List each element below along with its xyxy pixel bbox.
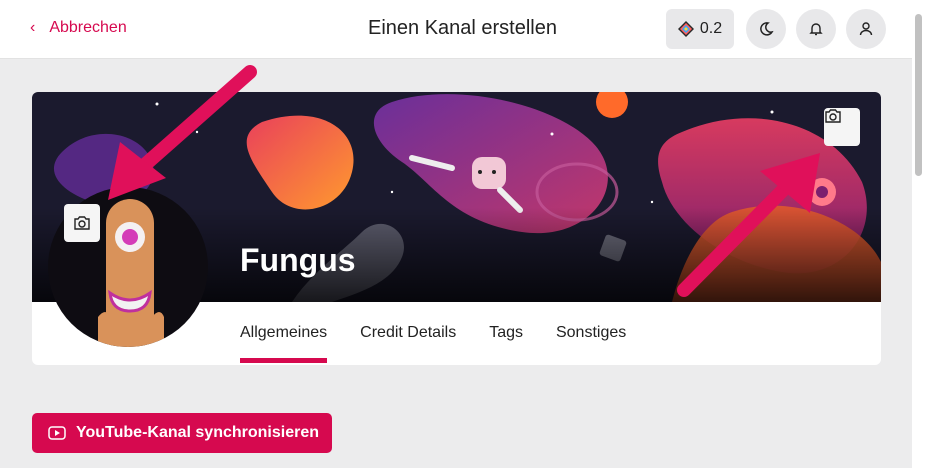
annotation-arrow-banner: [677, 153, 820, 297]
youtube-sync-button[interactable]: YouTube-Kanal synchronisieren: [32, 413, 332, 453]
credits-value: 0.2: [699, 20, 723, 37]
theme-toggle-button[interactable]: [746, 9, 786, 49]
youtube-icon: [48, 426, 66, 440]
page-title: Einen Kanal erstellen: [367, 17, 557, 39]
change-banner-button[interactable]: [824, 108, 860, 146]
channel-tabs: Allgemeines Credit Details Tags Sonstige…: [240, 302, 659, 365]
credits-balance-button[interactable]: 0.2: [666, 9, 734, 49]
change-avatar-button[interactable]: [64, 204, 100, 242]
annotation-arrow-avatar: [108, 65, 257, 200]
tab-sonstiges[interactable]: Sonstiges: [556, 302, 626, 365]
tab-allgemeines[interactable]: Allgemeines: [240, 302, 328, 365]
bell-icon: [809, 23, 823, 36]
scrollbar[interactable]: [912, 0, 925, 468]
camera-icon: [825, 109, 841, 123]
camera-icon: [74, 216, 90, 230]
moon-icon: [760, 22, 774, 36]
top-bar: ‹ Abbrechen Einen Kanal erstellen 0.2: [0, 0, 912, 59]
account-button[interactable]: [846, 9, 886, 49]
lbc-credit-icon: [677, 21, 694, 37]
scrollbar-thumb[interactable]: [915, 14, 922, 176]
user-icon: [859, 22, 873, 36]
youtube-sync-label: YouTube-Kanal synchronisieren: [76, 424, 320, 441]
notifications-button[interactable]: [796, 9, 836, 49]
tab-credit-details[interactable]: Credit Details: [360, 302, 456, 365]
channel-name: Fungus: [240, 242, 356, 278]
tab-tags[interactable]: Tags: [489, 302, 523, 365]
